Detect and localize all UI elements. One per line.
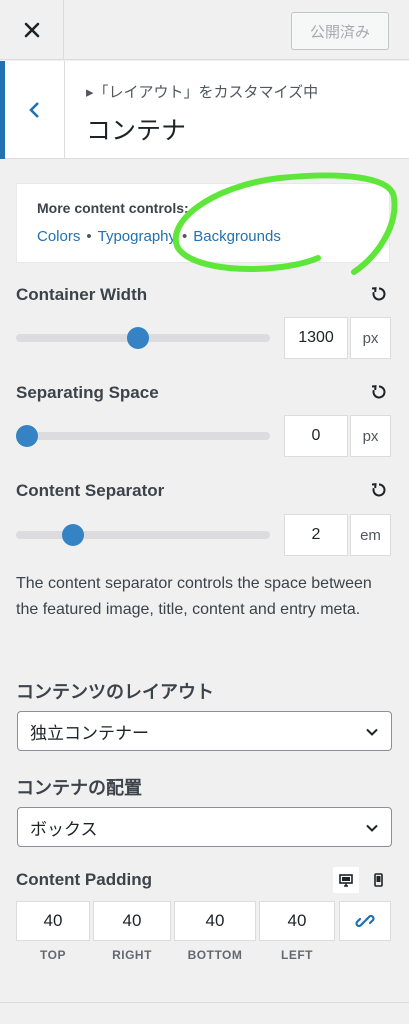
- close-button[interactable]: [0, 0, 64, 60]
- content-separator-input[interactable]: 2: [284, 514, 348, 556]
- unit-label[interactable]: px: [350, 415, 391, 457]
- link-separator: •: [182, 228, 188, 245]
- close-icon: [24, 22, 39, 38]
- chevron-down-icon: [366, 824, 378, 832]
- section-header: ▸「レイアウト」をカスタマイズ中 コンテナ: [0, 61, 409, 159]
- padding-right-input[interactable]: 40: [93, 901, 171, 941]
- container-width-label: Container Width: [16, 285, 148, 304]
- chevron-down-icon: [366, 728, 378, 736]
- padding-bottom-input[interactable]: 40: [174, 901, 256, 941]
- mobile-device-button[interactable]: [365, 867, 391, 893]
- select-value: 独立コンテナー: [30, 723, 149, 743]
- slider-thumb[interactable]: [16, 425, 38, 447]
- padding-top-input[interactable]: 40: [16, 901, 90, 941]
- container-placement-label: コンテナの配置: [16, 778, 142, 798]
- colors-link[interactable]: Colors: [37, 228, 80, 245]
- padding-left-caption: LEFT: [281, 948, 313, 962]
- chevron-left-icon: [28, 102, 39, 118]
- container-width-input[interactable]: 1300: [284, 317, 348, 359]
- container-placement-select[interactable]: ボックス: [17, 807, 392, 847]
- backgrounds-link[interactable]: Backgrounds: [193, 228, 281, 245]
- reset-icon[interactable]: [371, 384, 387, 400]
- link-values-button[interactable]: [339, 901, 391, 941]
- desktop-icon: [339, 873, 353, 887]
- more-controls-links: Colors • Typography • Backgrounds: [37, 228, 369, 245]
- breadcrumb: ▸「レイアウト」をカスタマイズ中: [86, 84, 319, 101]
- padding-left-input[interactable]: 40: [259, 901, 335, 941]
- content-padding-label: Content Padding: [16, 870, 152, 889]
- separating-space-label: Separating Space: [16, 383, 159, 402]
- content-separator-slider[interactable]: [16, 524, 270, 546]
- padding-right-caption: RIGHT: [112, 948, 152, 962]
- content-layout-select[interactable]: 独立コンテナー: [17, 711, 392, 751]
- back-button[interactable]: [0, 61, 65, 159]
- content-separator-label: Content Separator: [16, 481, 165, 500]
- container-width-slider[interactable]: [16, 327, 270, 349]
- unit-label[interactable]: px: [350, 317, 391, 359]
- more-controls-box: More content controls: Colors • Typography…: [16, 183, 390, 263]
- page-title: コンテナ: [86, 117, 187, 145]
- desktop-device-button[interactable]: [333, 867, 359, 893]
- separating-space-input[interactable]: 0: [284, 415, 348, 457]
- customizer-top-bar: 公開済み: [0, 0, 409, 60]
- publish-button[interactable]: 公開済み: [291, 12, 389, 50]
- select-value: ボックス: [30, 819, 98, 839]
- slider-thumb[interactable]: [127, 327, 150, 349]
- separating-space-slider[interactable]: [16, 425, 270, 447]
- typography-link[interactable]: Typography: [98, 228, 176, 245]
- content-layout-label: コンテンツのレイアウト: [16, 682, 214, 702]
- link-icon: [355, 914, 375, 928]
- unit-label[interactable]: em: [350, 514, 391, 556]
- slider-thumb[interactable]: [62, 524, 85, 546]
- reset-icon[interactable]: [371, 286, 387, 302]
- more-controls-title: More content controls:: [37, 200, 189, 216]
- mobile-icon: [373, 873, 383, 887]
- link-separator: •: [86, 228, 92, 245]
- padding-bottom-caption: BOTTOM: [187, 948, 243, 962]
- divider: [0, 1002, 409, 1003]
- padding-top-caption: TOP: [40, 948, 66, 962]
- content-separator-description: The content separator controls the space…: [16, 575, 372, 618]
- reset-icon[interactable]: [371, 482, 387, 498]
